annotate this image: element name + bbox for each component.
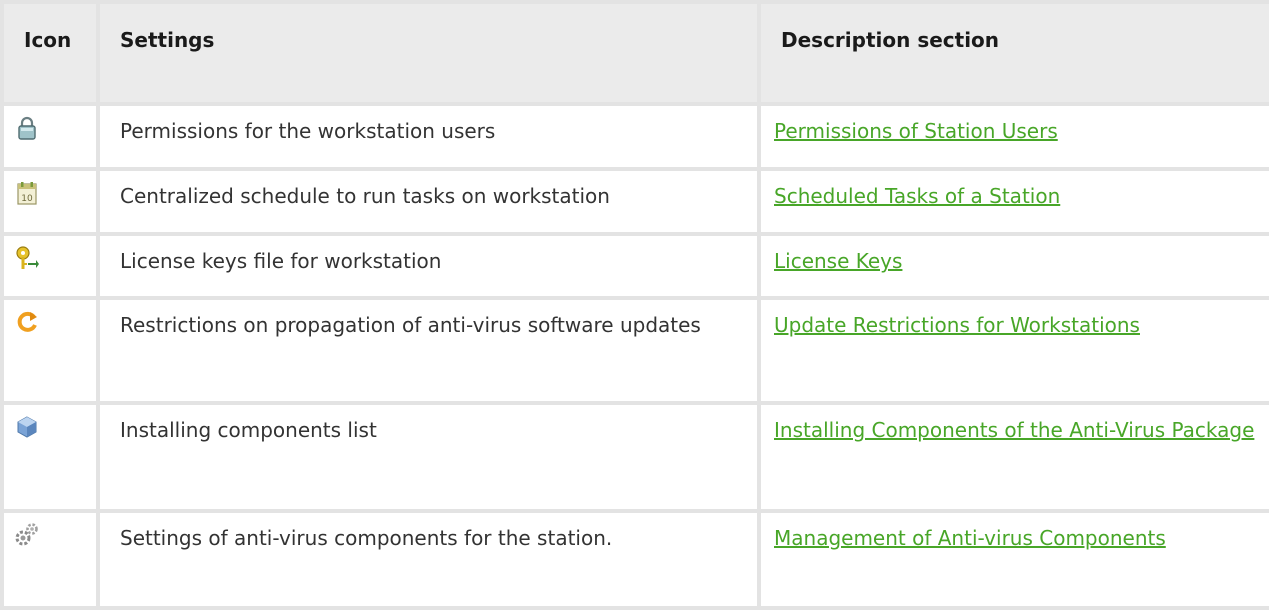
icon-cell: [0, 232, 100, 301]
icon-cell: [0, 509, 100, 610]
settings-cell: Permissions for the workstation users: [96, 102, 761, 172]
table-row: License keys file for workstation Licens…: [0, 232, 1269, 301]
table-row: Restrictions on propagation of anti-viru…: [0, 296, 1269, 406]
table-row: Installing components list Installing Co…: [0, 401, 1269, 514]
header-settings: Settings: [96, 0, 761, 107]
icon-cell: [0, 296, 100, 406]
table-row: 10 Centralized schedule to run tasks on …: [0, 167, 1269, 237]
header-description-section: Description section: [757, 0, 1269, 107]
settings-cell: Centralized schedule to run tasks on wor…: [96, 167, 761, 237]
table-row: Settings of anti-virus components for th…: [0, 509, 1269, 610]
table-row: Permissions for the workstation users Pe…: [0, 102, 1269, 172]
icon-cell: [0, 401, 100, 514]
icon-cell: 10: [0, 167, 100, 237]
icon-cell: [0, 102, 100, 172]
table-header-row: Icon Settings Description section: [0, 0, 1269, 107]
gears-icon: [15, 523, 38, 546]
description-cell: Permissions of Station Users: [757, 102, 1269, 172]
scheduled-tasks-link[interactable]: Scheduled Tasks of a Station: [774, 184, 1060, 208]
settings-cell: Installing components list: [96, 401, 761, 514]
description-cell: Management of Anti-virus Components: [757, 509, 1269, 610]
lock-icon: [18, 117, 36, 141]
settings-cell: Settings of anti-virus components for th…: [96, 509, 761, 610]
description-cell: Update Restrictions for Workstations: [757, 296, 1269, 406]
management-of-anti-virus-components-link[interactable]: Management of Anti-virus Components: [774, 526, 1166, 550]
calendar-icon-number: 10: [21, 194, 33, 204]
settings-cell: License keys file for workstation: [96, 232, 761, 301]
refresh-icon: [17, 311, 37, 332]
installing-components-link[interactable]: Installing Components of the Anti-Virus …: [774, 418, 1254, 442]
cube-icon: [17, 416, 37, 438]
description-cell: Installing Components of the Anti-Virus …: [757, 401, 1269, 514]
settings-table: Icon Settings Description section Permis…: [0, 0, 1269, 610]
update-restrictions-link[interactable]: Update Restrictions for Workstations: [774, 313, 1140, 337]
header-icon: Icon: [0, 0, 100, 107]
key-icon: [16, 246, 39, 270]
permissions-of-station-users-link[interactable]: Permissions of Station Users: [774, 119, 1058, 143]
license-keys-link[interactable]: License Keys: [774, 249, 902, 273]
calendar-icon: 10: [17, 182, 37, 205]
description-cell: License Keys: [757, 232, 1269, 301]
settings-cell: Restrictions on propagation of anti-viru…: [96, 296, 761, 406]
description-cell: Scheduled Tasks of a Station: [757, 167, 1269, 237]
